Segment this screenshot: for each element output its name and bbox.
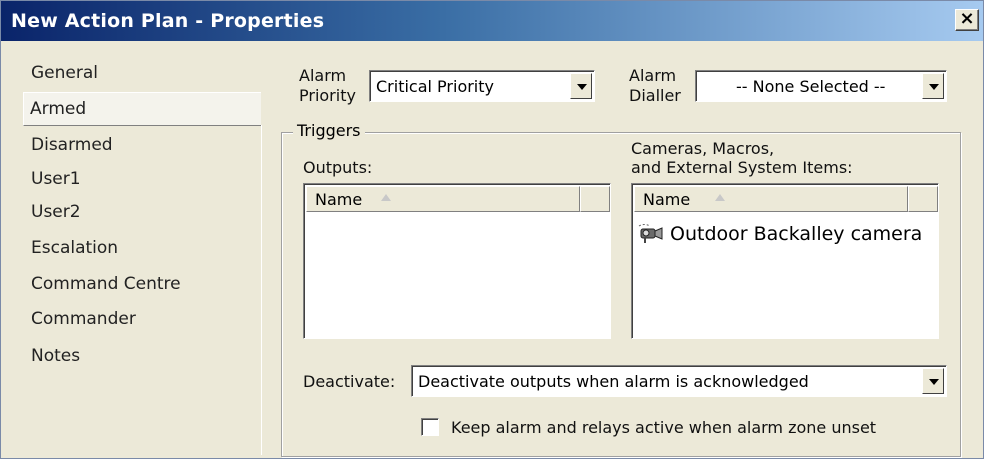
alarm-dialler-select[interactable]: -- None Selected -- xyxy=(695,70,947,102)
properties-window: New Action Plan - Properties × General A… xyxy=(0,0,984,459)
outputs-list[interactable]: Name xyxy=(303,183,611,339)
sidebar-item-notes[interactable]: Notes xyxy=(31,346,80,366)
sidebar-item-armed-selected[interactable]: Armed xyxy=(23,92,261,126)
chevron-down-icon[interactable] xyxy=(570,73,592,99)
title-bar[interactable]: New Action Plan - Properties × xyxy=(1,1,983,41)
window-title: New Action Plan - Properties xyxy=(11,10,325,32)
keep-active-checkbox[interactable] xyxy=(421,418,439,436)
alarm-priority-label-line1: Alarm xyxy=(299,66,347,85)
camera-item-label: Outdoor Backalley camera xyxy=(670,223,923,245)
sidebar-item-commander[interactable]: Commander xyxy=(31,309,136,329)
sidebar-item-user1[interactable]: User1 xyxy=(31,169,81,189)
alarm-priority-value: Critical Priority xyxy=(376,77,494,96)
outputs-label: Outputs: xyxy=(303,158,373,177)
outputs-column-name: Name xyxy=(315,190,363,209)
outputs-column-filler xyxy=(580,186,610,212)
cameras-label-line1: Cameras, Macros, xyxy=(631,139,775,158)
sidebar: General Armed Disarmed User1 User2 Escal… xyxy=(1,41,261,460)
cameras-label-line2: and External System Items: xyxy=(631,158,853,177)
alarm-dialler-value: -- None Selected -- xyxy=(736,77,886,96)
sidebar-item-general[interactable]: General xyxy=(31,63,98,83)
sort-ascending-icon xyxy=(715,194,725,201)
cameras-list[interactable]: Name Outdoor Backalley camera xyxy=(631,183,939,339)
keep-active-label[interactable]: Keep alarm and relays active when alarm … xyxy=(451,419,876,437)
alarm-dialler-label-line1: Alarm xyxy=(629,66,677,85)
close-icon: × xyxy=(959,8,975,29)
outputs-column-header[interactable]: Name xyxy=(306,186,580,212)
chevron-down-icon[interactable] xyxy=(922,368,944,394)
sort-ascending-icon xyxy=(381,194,391,201)
sidebar-item-armed[interactable]: Armed xyxy=(30,99,86,119)
close-button[interactable]: × xyxy=(955,9,979,31)
chevron-down-icon[interactable] xyxy=(922,73,944,99)
alarm-priority-select[interactable]: Critical Priority xyxy=(369,70,595,102)
cameras-column-header[interactable]: Name xyxy=(634,186,908,212)
sidebar-item-user2[interactable]: User2 xyxy=(31,202,81,222)
sidebar-item-escalation[interactable]: Escalation xyxy=(31,238,118,258)
cameras-column-filler xyxy=(908,186,938,212)
triggers-legend: Triggers xyxy=(293,121,365,140)
alarm-dialler-label-line2: Dialler xyxy=(629,86,681,105)
alarm-priority-label-line2: Priority xyxy=(299,86,356,105)
sidebar-item-disarmed[interactable]: Disarmed xyxy=(31,135,113,155)
cameras-column-name: Name xyxy=(643,190,691,209)
panel-divider xyxy=(261,125,262,455)
camera-icon xyxy=(638,223,666,245)
deactivate-value: Deactivate outputs when alarm is acknowl… xyxy=(418,372,809,391)
deactivate-select[interactable]: Deactivate outputs when alarm is acknowl… xyxy=(411,365,947,397)
sidebar-item-command-centre[interactable]: Command Centre xyxy=(31,274,181,294)
list-item[interactable]: Outdoor Backalley camera xyxy=(638,220,922,248)
deactivate-label: Deactivate: xyxy=(303,372,396,391)
